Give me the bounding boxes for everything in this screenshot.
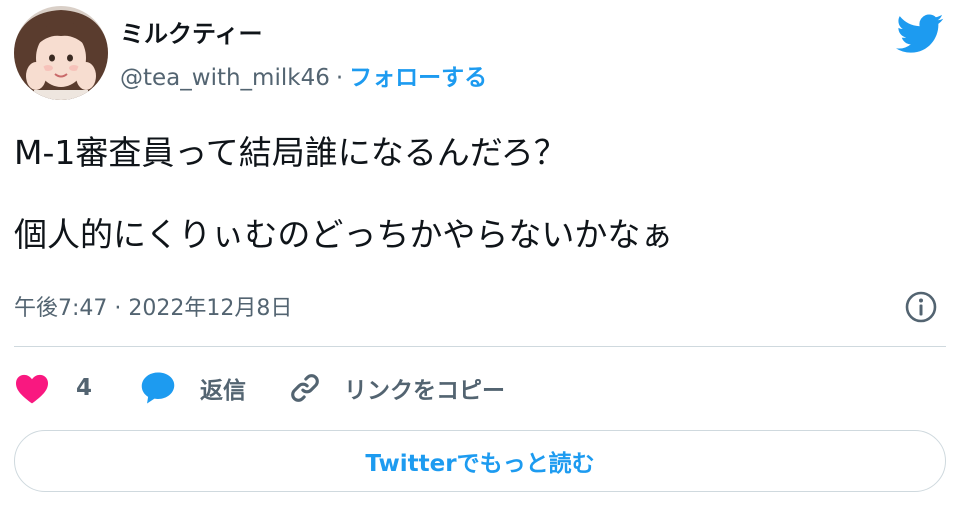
like-count: 4: [76, 375, 93, 401]
link-icon: [288, 371, 322, 405]
copy-link-button[interactable]: リンクをコピー: [288, 371, 505, 405]
twitter-bird-icon[interactable]: [896, 14, 944, 54]
speech-bubble-icon: [140, 371, 176, 405]
tweet-timestamp[interactable]: 午後7:47 · 2022年12月8日: [14, 290, 292, 322]
tweet-text-line-2: 個人的にくりぃむのどっちかやらないかなぁ: [14, 215, 674, 254]
divider: [14, 346, 946, 347]
avatar[interactable]: [14, 6, 108, 100]
info-icon[interactable]: [904, 290, 938, 324]
tweet-text-spacer: [14, 174, 954, 214]
display-name[interactable]: ミルクティー: [120, 14, 263, 49]
heart-icon: [14, 372, 50, 404]
tweet-text: M-1審査員って結局誰になるんだろ？ 個人的にくりぃむのどっちかやらないかなぁ: [14, 132, 954, 256]
separator-dot: ·: [335, 65, 344, 91]
tweet-text-line-1: M-1審査員って結局誰になるんだろ？: [14, 133, 567, 172]
user-handle[interactable]: @tea_with_milk46: [120, 65, 330, 91]
handle-row: @tea_with_milk46 · フォローする: [120, 58, 487, 92]
follow-button[interactable]: フォローする: [349, 65, 487, 91]
reply-button[interactable]: 返信: [140, 371, 246, 405]
read-more-button[interactable]: Twitterでもっと読む: [14, 430, 946, 492]
like-button[interactable]: 4: [14, 372, 92, 404]
reply-label: 返信: [200, 378, 247, 404]
copy-link-label: リンクをコピー: [344, 378, 506, 404]
action-bar: 4 返信 リンクをコピー: [14, 366, 505, 410]
tweet-embed-card: ミルクティー @tea_with_milk46 · フォローする M-1審査員って結…: [0, 0, 972, 508]
